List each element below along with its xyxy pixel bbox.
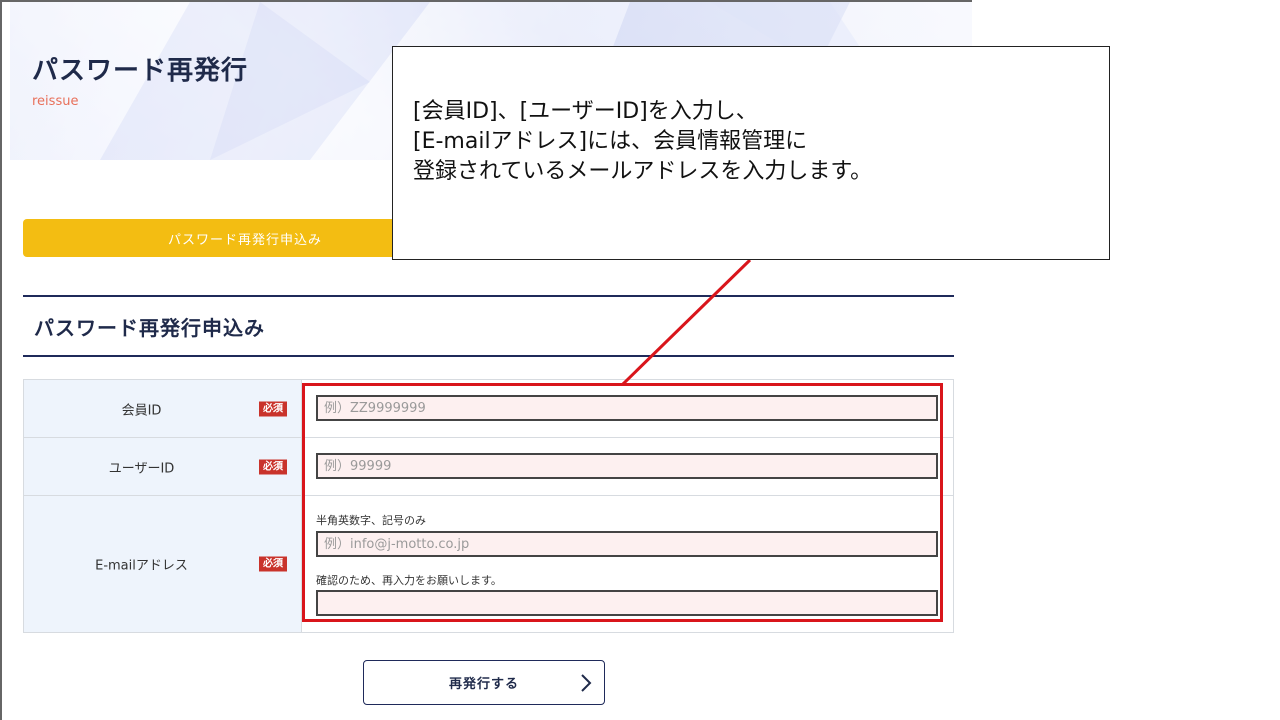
email-label: E-mailアドレス [95, 558, 188, 574]
user-id-label: ユーザーID [108, 461, 175, 476]
reissue-form: 会員ID 必須 ユーザーID 必須 E-mailアドレス 必須 半角英数字、記号… [23, 379, 954, 633]
email-confirm-input[interactable] [316, 590, 938, 616]
reissue-submit-button[interactable]: 再発行する [363, 660, 605, 705]
section-title: パスワード再発行申込み [34, 315, 265, 340]
annotation-callout: [会員ID]、[ユーザーID]を入力し、 [E-mailアドレス]には、会員情報… [392, 46, 1110, 260]
section-header: パスワード再発行申込み [23, 295, 954, 357]
page-title: パスワード再発行 [32, 56, 249, 86]
form-field-cell [302, 380, 953, 437]
form-label-cell: 会員ID 必須 [24, 380, 302, 437]
email-format-hint: 半角英数字、記号のみ [316, 514, 426, 527]
form-row-email: E-mailアドレス 必須 半角英数字、記号のみ 確認のため、再入力をお願いしま… [24, 496, 953, 632]
member-id-input[interactable] [316, 395, 938, 421]
chevron-right-icon [581, 674, 592, 692]
annotation-line: [E-mailアドレス]には、会員情報管理に [413, 129, 808, 154]
form-label-cell: ユーザーID 必須 [24, 438, 302, 495]
form-row-member-id: 会員ID 必須 [24, 380, 953, 438]
user-id-input[interactable] [316, 453, 938, 479]
member-id-label: 会員ID [121, 403, 162, 418]
reissue-submit-label: 再発行する [448, 677, 519, 692]
required-badge: 必須 [259, 401, 287, 416]
annotation-line: 登録されているメールアドレスを入力します。 [413, 159, 873, 184]
required-badge: 必須 [259, 459, 287, 474]
form-row-user-id: ユーザーID 必須 [24, 438, 953, 496]
annotation-line: [会員ID]、[ユーザーID]を入力し、 [413, 99, 758, 124]
email-input[interactable] [316, 531, 938, 557]
page-subtitle: reissue [32, 94, 79, 109]
email-confirm-hint: 確認のため、再入力をお願いします。 [316, 574, 502, 587]
form-field-cell: 半角英数字、記号のみ 確認のため、再入力をお願いします。 [302, 496, 953, 632]
form-label-cell: E-mailアドレス 必須 [24, 496, 302, 632]
form-field-cell [302, 438, 953, 495]
required-badge: 必須 [259, 556, 287, 572]
